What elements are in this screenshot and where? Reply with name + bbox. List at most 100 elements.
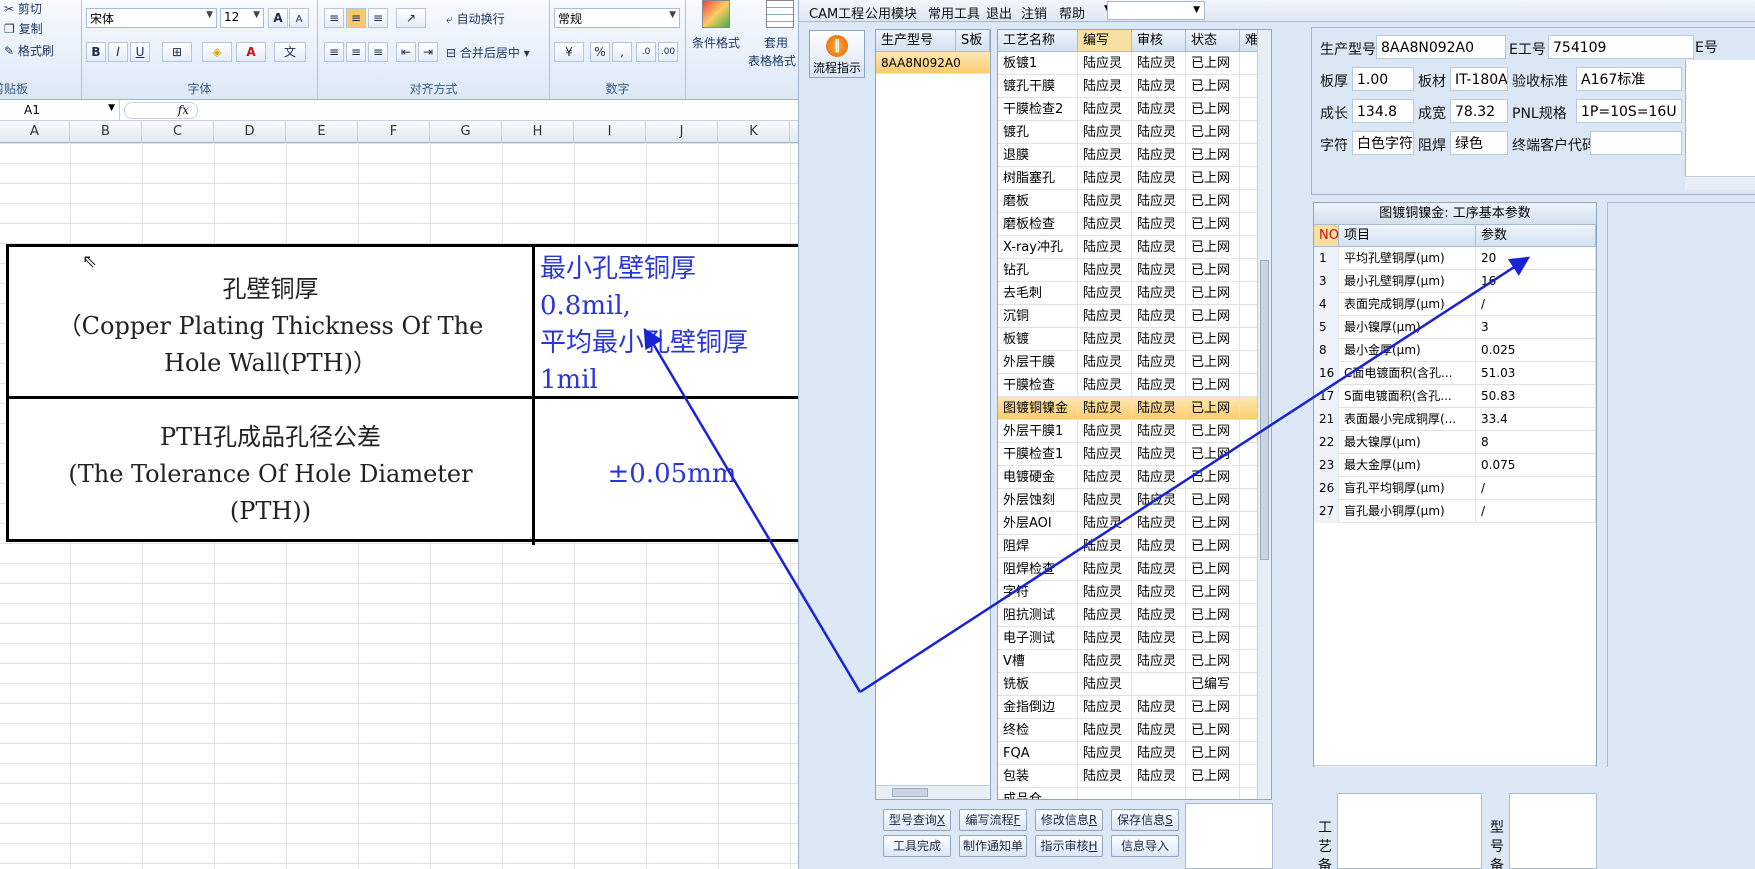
param-row[interactable]: 3 最小孔壁铜厚(μm) 16	[1314, 270, 1596, 293]
process-row[interactable]: 钻孔 陆应灵 陆应灵 已上网	[998, 259, 1271, 282]
name-box[interactable]: A1 ▼	[0, 100, 120, 121]
process-row[interactable]: 板镀 陆应灵 陆应灵 已上网	[998, 328, 1271, 351]
param-row[interactable]: 16 C面电镀面积(含孔... 51.03	[1314, 362, 1596, 385]
length-field[interactable]: 134.8	[1352, 99, 1414, 123]
underline-button[interactable]: U	[130, 42, 150, 62]
process-row[interactable]: 成品仓	[998, 788, 1271, 799]
character-field[interactable]: 白色字符	[1352, 131, 1414, 155]
align-right-icon[interactable]: ≡	[368, 42, 388, 62]
process-row[interactable]: 磨板 陆应灵 陆应灵 已上网	[998, 190, 1271, 213]
param-row[interactable]: 26 盲孔平均铜厚(μm) /	[1314, 477, 1596, 500]
align-center-icon[interactable]: ≡	[346, 42, 366, 62]
make-notice-button[interactable]: 制作通知单	[959, 835, 1027, 857]
process-row[interactable]: 沉铜 陆应灵 陆应灵 已上网	[998, 305, 1271, 328]
process-header[interactable]: 工艺名称	[998, 30, 1078, 52]
increase-decimal-icon[interactable]: .0	[636, 42, 656, 62]
scroll-thumb[interactable]	[892, 788, 928, 797]
import-info-button[interactable]: 信息导入	[1111, 835, 1179, 857]
process-row[interactable]: 板镀1 陆应灵 陆应灵 已上网	[998, 52, 1271, 75]
border-icon[interactable]: ⊞	[162, 42, 192, 62]
thickness-field[interactable]: 1.00	[1352, 67, 1414, 91]
process-header[interactable]: 状态	[1186, 30, 1240, 52]
orientation-icon[interactable]: ↗	[396, 8, 426, 28]
number-format-combo[interactable]: 常规 ▼	[554, 8, 680, 28]
insert-function-icon[interactable]: fx	[124, 102, 198, 119]
customer-code-field[interactable]	[1590, 131, 1682, 155]
conditional-format-icon[interactable]	[702, 0, 730, 28]
menu-tools[interactable]: 常用工具	[928, 3, 980, 22]
param-row[interactable]: 27 盲孔最小铜厚(μm) /	[1314, 500, 1596, 523]
width-field[interactable]: 78.32	[1450, 99, 1508, 123]
process-row[interactable]: 外层干膜1 陆应灵 陆应灵 已上网	[998, 420, 1271, 443]
wrap-text-button[interactable]: ⤶ 自动换行	[446, 10, 505, 27]
param-row[interactable]: 5 最小镍厚(μm) 3	[1314, 316, 1596, 339]
font-size-combo[interactable]: 12 ▼	[220, 8, 264, 28]
soldermask-field[interactable]: 绿色	[1450, 131, 1508, 155]
process-row[interactable]: V槽 陆应灵 陆应灵 已上网	[998, 650, 1271, 673]
merge-center-button[interactable]: ⊟ 合并后居中 ▾	[446, 44, 530, 61]
process-row[interactable]: 阻焊 陆应灵 陆应灵 已上网	[998, 535, 1271, 558]
process-row[interactable]: X-ray冲孔 陆应灵 陆应灵 已上网	[998, 236, 1271, 259]
process-row[interactable]: 外层干膜 陆应灵 陆应灵 已上网	[998, 351, 1271, 374]
column-header[interactable]: B	[70, 121, 142, 143]
align-top-icon[interactable]: ≡	[324, 8, 344, 28]
scroll-thumb[interactable]	[1260, 260, 1269, 560]
modify-info-button[interactable]: 修改信息R	[1035, 809, 1103, 831]
process-row[interactable]: 终检 陆应灵 陆应灵 已上网	[998, 719, 1271, 742]
model-field[interactable]: 8AA8N092A0	[1376, 35, 1506, 59]
process-row[interactable]: 镀孔干膜 陆应灵 陆应灵 已上网	[998, 75, 1271, 98]
tool-complete-button[interactable]: 工具完成	[883, 835, 951, 857]
indent-decrease-icon[interactable]: ⇤	[396, 42, 416, 62]
process-row[interactable]: 阻抗测试 陆应灵 陆应灵 已上网	[998, 604, 1271, 627]
menu-public[interactable]: 公用模块	[865, 3, 917, 22]
column-header[interactable]: A	[0, 121, 70, 143]
phonetic-icon[interactable]: 文	[274, 42, 306, 62]
bold-button[interactable]: B	[86, 42, 106, 62]
model-remark-input[interactable]	[1509, 793, 1597, 869]
menu-exit[interactable]: 退出	[986, 3, 1012, 22]
process-row[interactable]: 图镀铜镍金 陆应灵 陆应灵 已上网	[998, 397, 1271, 420]
hole-tolerance-value[interactable]: ±0.05mm	[535, 456, 798, 493]
material-field[interactable]: IT-180A	[1450, 67, 1508, 91]
align-middle-icon[interactable]: ≡	[346, 8, 366, 28]
process-row[interactable]: FQA 陆应灵 陆应灵 已上网	[998, 742, 1271, 765]
column-header[interactable]: G	[430, 121, 502, 143]
column-header[interactable]: E	[286, 121, 358, 143]
pnl-field[interactable]: 1P=10S=16U	[1576, 99, 1682, 123]
menu-logout[interactable]: 注销	[1021, 3, 1047, 22]
indent-increase-icon[interactable]: ⇥	[418, 42, 438, 62]
column-header[interactable]: I	[574, 121, 646, 143]
process-row[interactable]: 外层AOI 陆应灵 陆应灵 已上网	[998, 512, 1271, 535]
formula-input[interactable]	[200, 100, 798, 121]
menu-cam[interactable]: CAM工程	[809, 3, 864, 22]
percent-button[interactable]: %	[590, 42, 610, 62]
process-row[interactable]: 字符 陆应灵 陆应灵 已上网	[998, 581, 1271, 604]
process-row[interactable]: 退膜 陆应灵 陆应灵 已上网	[998, 144, 1271, 167]
align-left-icon[interactable]: ≡	[324, 42, 344, 62]
italic-button[interactable]: I	[108, 42, 128, 62]
copy-button[interactable]: ❐ 复制	[4, 20, 43, 37]
process-row[interactable]: 阻焊检查 陆应灵 陆应灵 已上网	[998, 558, 1271, 581]
process-row[interactable]: 电镀硬金 陆应灵 陆应灵 已上网	[998, 466, 1271, 489]
param-row[interactable]: 21 表面最小完成铜厚(... 33.4	[1314, 408, 1596, 431]
copper-thickness-label[interactable]: 孔壁铜厚 （Copper Plating Thickness Of The Ho…	[9, 271, 532, 382]
font-name-combo[interactable]: 宋体 ▼	[86, 8, 217, 28]
menu-help[interactable]: 帮助	[1059, 3, 1085, 22]
conditional-format-button[interactable]: 条件格式	[692, 34, 740, 51]
review-button[interactable]: 指示审核H	[1035, 835, 1103, 857]
column-header[interactable]: C	[142, 121, 214, 143]
model-row[interactable]: 8AA8N092A0	[876, 52, 990, 74]
process-row[interactable]: 外层蚀刻 陆应灵 陆应灵 已上网	[998, 489, 1271, 512]
vertical-scrollbar[interactable]	[1257, 30, 1271, 799]
process-row[interactable]: 磨板检查 陆应灵 陆应灵 已上网	[998, 213, 1271, 236]
cut-button[interactable]: ✂ 剪切	[4, 0, 42, 17]
notes-box[interactable]	[1185, 803, 1273, 869]
edit-flow-button[interactable]: 编写流程F	[959, 809, 1027, 831]
process-row[interactable]: 树脂塞孔 陆应灵 陆应灵 已上网	[998, 167, 1271, 190]
decrease-decimal-icon[interactable]: .00	[658, 42, 678, 62]
horizontal-scrollbar[interactable]	[1685, 176, 1755, 190]
format-painter-button[interactable]: ✎ 格式刷	[4, 42, 54, 59]
param-row[interactable]: 17 S面电镀面积(含孔... 50.83	[1314, 385, 1596, 408]
process-row[interactable]: 去毛刺 陆应灵 陆应灵 已上网	[998, 282, 1271, 305]
hole-tolerance-label[interactable]: PTH孔成品孔径公差 (The Tolerance Of Hole Diamet…	[9, 419, 532, 530]
